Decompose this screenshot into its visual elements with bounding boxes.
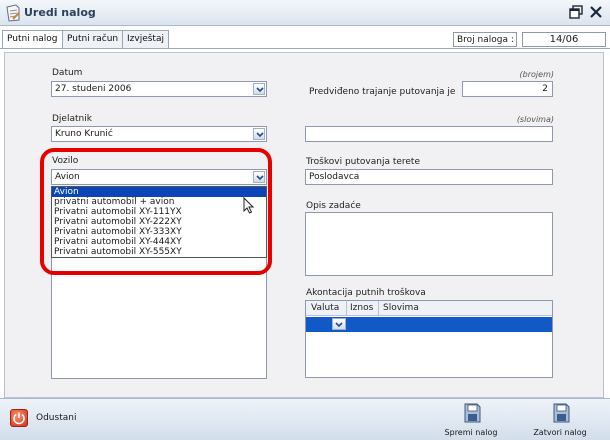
footer-toolbar: Odustani Spremi nalog Zatvori nalog <box>0 398 610 440</box>
tab-putni-racun[interactable]: Putni račun <box>62 30 124 48</box>
tab-izvjestaj[interactable]: Izvještaj <box>122 30 169 48</box>
column-header-valuta: Valuta <box>311 303 340 313</box>
trajanje-input[interactable]: 2 <box>462 81 553 97</box>
djelatnik-label: Djelatnik <box>52 114 92 124</box>
power-icon <box>10 409 28 427</box>
document-icon <box>6 4 20 22</box>
trajanje-label: Predviđeno trajanje putovanja je <box>309 87 456 97</box>
tab-label: Izvještaj <box>127 34 164 44</box>
opis-label: Opis zadaće <box>306 201 361 211</box>
column-divider <box>346 301 347 316</box>
djelatnik-value: Kruno Krunić <box>55 129 113 139</box>
tab-label: Putni nalog <box>7 34 58 44</box>
close-icon[interactable] <box>589 5 603 19</box>
close-order-button[interactable]: Zatvori nalog <box>530 402 590 438</box>
troskovi-label: Troškovi putovanja terete <box>306 157 421 167</box>
akontacija-grid[interactable]: Valuta Iznos Slovima <box>305 300 553 378</box>
column-divider <box>378 301 379 316</box>
close-order-label: Zatvori nalog <box>533 428 587 437</box>
save-label: Spremi nalog <box>444 428 498 437</box>
tab-putni-nalog[interactable]: Putni nalog <box>2 30 63 49</box>
window-title: Uredi nalog <box>24 6 96 19</box>
djelatnik-select[interactable]: Kruno Krunić <box>51 126 267 142</box>
broj-naloga-label: Broj naloga : <box>453 32 517 47</box>
column-header-iznos: Iznos <box>350 303 374 313</box>
slovima-hint: (slovima) <box>516 115 554 124</box>
datum-picker[interactable]: 27. studeni 2006 <box>51 81 267 97</box>
maximize-icon[interactable] <box>569 5 583 19</box>
title-bar: Uredi nalog <box>0 0 610 26</box>
chevron-down-icon[interactable] <box>253 128 265 140</box>
akontacija-label: Akontacija putnih troškova <box>306 288 426 298</box>
grid-header: Valuta Iznos Slovima <box>306 301 552 316</box>
column-header-slovima: Slovima <box>383 303 419 313</box>
opis-textarea[interactable] <box>305 212 553 276</box>
troskovi-input[interactable]: Poslodavca <box>305 169 553 185</box>
datum-value: 27. studeni 2006 <box>55 84 132 94</box>
cancel-label: Odustani <box>36 413 77 423</box>
save-icon <box>464 403 481 423</box>
save-button[interactable]: Spremi nalog <box>441 402 501 438</box>
slovima-input[interactable] <box>305 126 553 142</box>
chevron-down-icon[interactable] <box>253 83 265 95</box>
trajanje-hint: (brojem) <box>519 70 554 79</box>
save-icon <box>553 403 570 423</box>
datum-label: Datum <box>52 68 83 78</box>
tab-divider <box>0 48 610 49</box>
broj-naloga-value: 14/06 <box>522 32 606 47</box>
table-row[interactable] <box>306 317 552 332</box>
highlight-annotation <box>40 148 272 275</box>
tab-label: Putni račun <box>67 34 119 44</box>
chevron-down-icon[interactable] <box>332 318 346 330</box>
